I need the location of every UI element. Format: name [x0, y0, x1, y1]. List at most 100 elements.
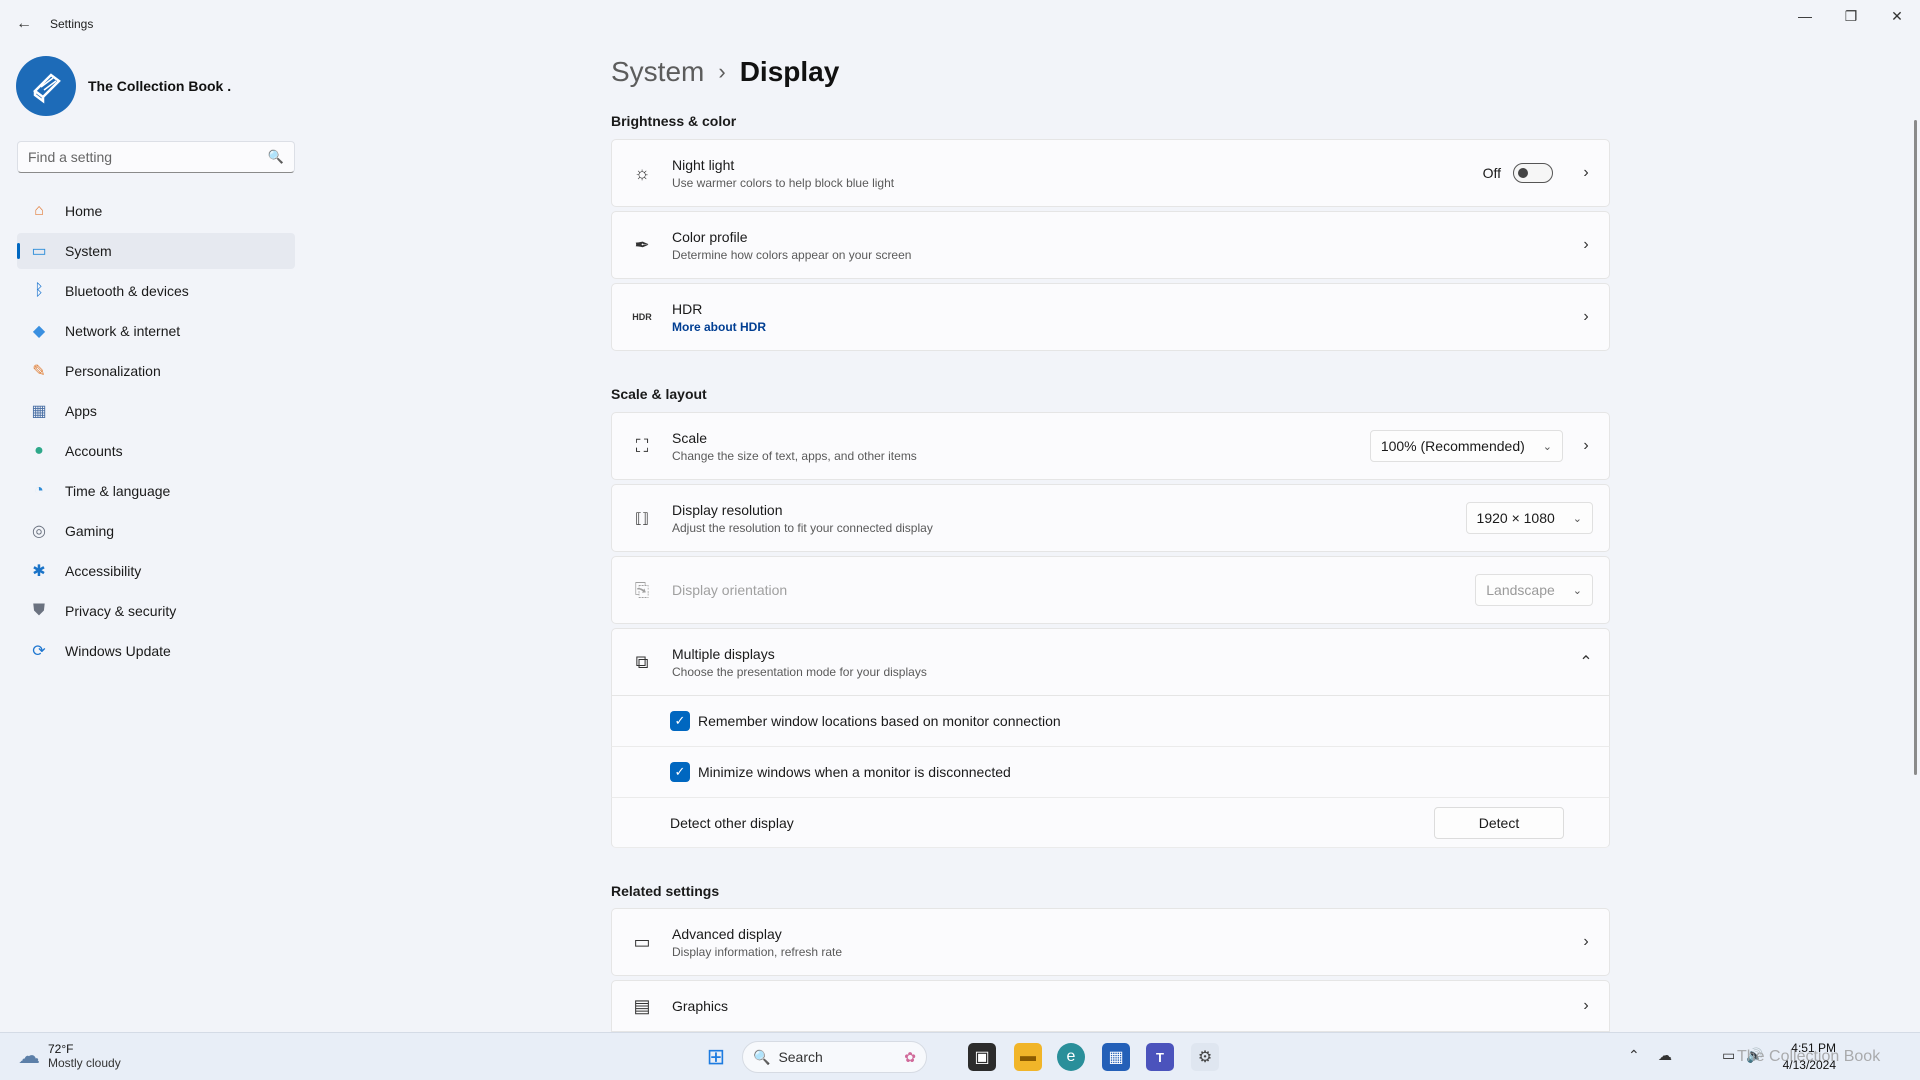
search-input[interactable]	[28, 149, 268, 165]
sidebar-item-network[interactable]: ◆ Network & internet	[17, 313, 295, 349]
profile-name: The Collection Book .	[88, 78, 232, 94]
chevron-up-icon[interactable]: ⌃	[1563, 652, 1609, 672]
home-icon: ⌂	[34, 202, 44, 219]
sidebar-item-label: Apps	[65, 403, 97, 419]
detect-button[interactable]: Detect	[1434, 807, 1564, 839]
remember-locations-checkbox[interactable]: ✓	[670, 711, 690, 731]
search-highlight-icon: ✿	[904, 1048, 916, 1065]
hdr-title: HDR	[672, 300, 703, 317]
sun-icon: ☼	[633, 162, 651, 183]
orientation-value: Landscape	[1486, 582, 1555, 598]
section-scale-layout: Scale & layout	[611, 386, 707, 402]
color-profile-subtitle: Determine how colors appear on your scre…	[672, 247, 912, 262]
sidebar-item-system[interactable]: ▭ System	[17, 233, 295, 269]
sidebar-item-bluetooth[interactable]: ᛒ Bluetooth & devices	[17, 273, 295, 309]
avatar	[16, 56, 76, 116]
minimize-button[interactable]: —	[1782, 0, 1828, 32]
scale-subtitle: Change the size of text, apps, and other…	[672, 448, 917, 463]
store-icon[interactable]: ▦	[1102, 1043, 1130, 1071]
chevron-down-icon: ⌄	[1572, 512, 1582, 525]
minimize-windows-label: Minimize windows when a monitor is disco…	[698, 764, 1011, 780]
sidebar-item-label: Gaming	[65, 523, 115, 539]
orientation-dropdown: Landscape ⌄	[1475, 574, 1593, 606]
scale-dropdown[interactable]: 100% (Recommended) ⌄	[1369, 430, 1563, 462]
advanced-display-row[interactable]: ▭ Advanced display Display information, …	[611, 908, 1610, 976]
resolution-dropdown[interactable]: 1920 × 1080 ⌄	[1465, 502, 1593, 534]
breadcrumb-chevron-icon: ›	[718, 59, 726, 84]
weather-desc: Mostly cloudy	[48, 1056, 121, 1070]
more-about-hdr-link[interactable]: More about HDR	[672, 320, 1563, 334]
night-light-toggle[interactable]	[1513, 163, 1553, 183]
app-title: Settings	[50, 17, 94, 31]
clock-date: 4/13/2024	[1782, 1058, 1836, 1072]
sidebar-item-privacy[interactable]: ⛊ Privacy & security	[17, 593, 295, 629]
chevron-right-icon[interactable]: ›	[1563, 933, 1609, 951]
onedrive-icon[interactable]: ☁	[1658, 1047, 1672, 1064]
taskbar: ☁ 72°F Mostly cloudy ⊞ 🔍 Search ✿ ▣ ▬ e …	[0, 1032, 1920, 1080]
chevron-down-icon: ⌄	[1572, 584, 1582, 597]
sidebar-item-label: Time & language	[65, 483, 171, 499]
teams-icon[interactable]: T	[1146, 1043, 1174, 1071]
close-button[interactable]: ✕	[1874, 0, 1920, 32]
color-profile-title: Color profile	[672, 228, 748, 245]
hdr-row[interactable]: HDR HDR More about HDR ›	[611, 283, 1610, 351]
taskbar-search[interactable]: 🔍 Search ✿	[742, 1041, 927, 1073]
file-explorer-icon[interactable]: ▬	[1014, 1043, 1042, 1071]
night-light-row[interactable]: ☼ Night light Use warmer colors to help …	[611, 139, 1610, 207]
task-view-icon[interactable]: ▣	[968, 1043, 996, 1071]
chevron-up-icon[interactable]: ⌃	[1628, 1047, 1640, 1064]
clock[interactable]: 4:51 PM 4/13/2024	[1783, 1040, 1836, 1074]
sidebar-item-windows-update[interactable]: ⟳ Windows Update	[17, 633, 295, 669]
graphics-row[interactable]: ▤ Graphics ›	[611, 980, 1610, 1032]
chevron-right-icon[interactable]: ›	[1563, 164, 1609, 182]
weather-temp: 72°F	[48, 1042, 74, 1056]
sidebar-item-personalization[interactable]: ✎ Personalization	[17, 353, 295, 389]
scale-row[interactable]: ⛶ Scale Change the size of text, apps, a…	[611, 412, 1610, 480]
sidebar-item-label: Personalization	[65, 363, 161, 379]
weather-widget[interactable]: ☁ 72°F Mostly cloudy	[18, 1042, 121, 1070]
resolution-title: Display resolution	[672, 501, 783, 518]
resolution-icon: ⟦⟧	[635, 509, 649, 526]
chevron-right-icon[interactable]: ›	[1563, 997, 1609, 1015]
bluetooth-icon: ᛒ	[34, 282, 44, 299]
apps-icon: ▦	[31, 403, 47, 420]
color-profile-row[interactable]: ✒ Color profile Determine how colors app…	[611, 211, 1610, 279]
sidebar-item-apps[interactable]: ▦ Apps	[17, 393, 295, 429]
settings-search[interactable]: 🔍	[17, 141, 295, 173]
chevron-down-icon: ⌄	[1542, 440, 1552, 453]
settings-gear-icon[interactable]: ⚙	[1191, 1043, 1219, 1071]
back-arrow-icon[interactable]: ←	[12, 12, 36, 36]
user-profile[interactable]: The Collection Book .	[16, 56, 231, 116]
title-bar: ← Settings — ❐ ✕	[0, 0, 1920, 48]
edge-icon[interactable]: e	[1057, 1043, 1085, 1071]
clock-globe-icon: ◔	[34, 482, 44, 499]
sidebar-item-accessibility[interactable]: ✱ Accessibility	[17, 553, 295, 589]
chevron-right-icon[interactable]: ›	[1563, 308, 1609, 326]
sidebar-item-label: Accessibility	[65, 563, 142, 579]
restore-button[interactable]: ❐	[1828, 0, 1874, 32]
chevron-right-icon[interactable]: ›	[1563, 236, 1609, 254]
scale-value: 100% (Recommended)	[1380, 438, 1525, 454]
multiple-displays-title: Multiple displays	[672, 645, 775, 662]
network-icon[interactable]: ▭	[1722, 1047, 1735, 1064]
advanced-display-subtitle: Display information, refresh rate	[672, 944, 843, 959]
sidebar-item-accounts[interactable]: ● Accounts	[17, 433, 295, 469]
chevron-right-icon[interactable]: ›	[1563, 437, 1609, 455]
minimize-windows-checkbox[interactable]: ✓	[670, 762, 690, 782]
start-windows-icon[interactable]: ⊞	[702, 1043, 730, 1071]
wifi-icon: ◆	[32, 323, 46, 340]
sidebar-item-gaming[interactable]: ◎ Gaming	[17, 513, 295, 549]
pen-icon: ✒	[634, 234, 650, 255]
breadcrumb-system[interactable]: System	[611, 56, 704, 88]
cloud-icon: ☁	[18, 1043, 40, 1068]
orientation-icon: ⎘	[634, 579, 650, 600]
monitor-icon: ▭	[633, 931, 651, 952]
section-related-settings: Related settings	[611, 883, 720, 899]
scrollbar[interactable]	[1914, 120, 1917, 775]
multiple-displays-row[interactable]: ⧉ Multiple displays Choose the presentat…	[611, 628, 1610, 696]
search-icon[interactable]: 🔍	[268, 149, 284, 165]
sidebar-item-home[interactable]: ⌂ Home	[17, 193, 295, 229]
graphics-title: Graphics	[672, 998, 729, 1014]
sidebar-item-time-language[interactable]: ◔ Time & language	[17, 473, 295, 509]
sidebar-nav: ⌂ Home ▭ System ᛒ Bluetooth & devices ◆ …	[17, 193, 295, 673]
